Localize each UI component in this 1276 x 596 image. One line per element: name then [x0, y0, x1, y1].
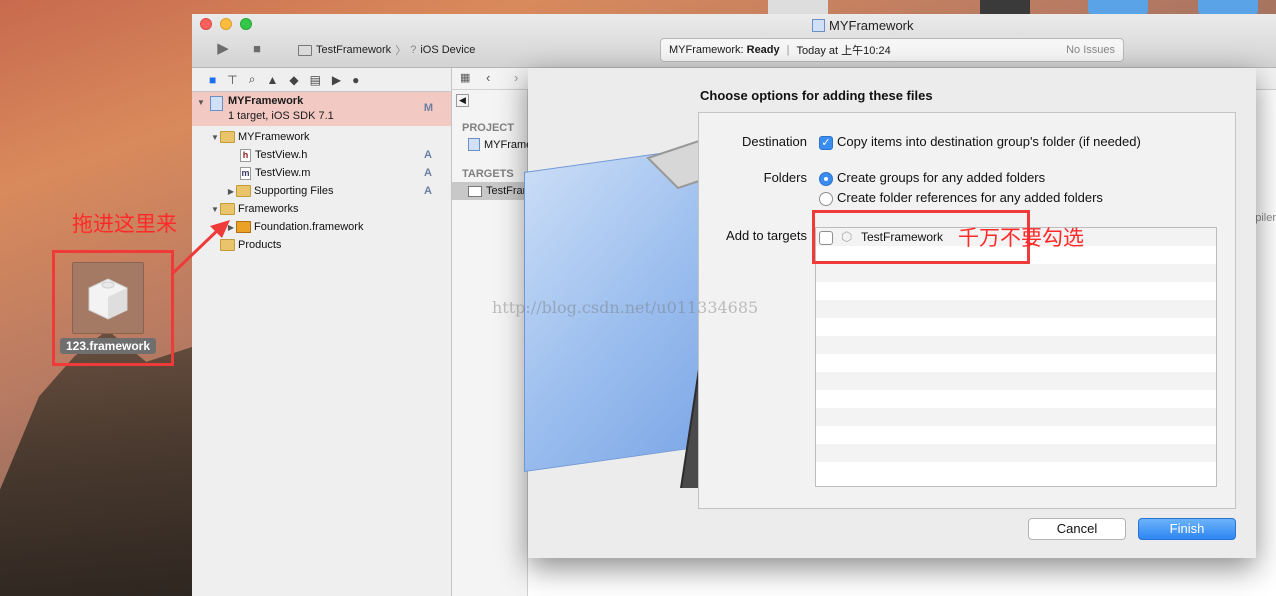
stop-button[interactable]: ■ [246, 39, 268, 57]
project-navigator: ■ ⊤ ⌕ ▲ ◆ ▤ ▶ ● ▼ MYFramework 1 target, … [192, 68, 452, 596]
header-file-icon: h [240, 148, 251, 162]
folder-icon [236, 185, 251, 197]
add-to-targets-label: Add to targets [726, 228, 807, 243]
project-root-row[interactable]: ▼ MYFramework 1 target, iOS SDK 7.1 M [192, 92, 451, 126]
activity-view: MYFramework: Ready | Today at 上午10:24 No… [660, 38, 1124, 62]
group-myframework[interactable]: ▼ MYFramework [210, 128, 450, 146]
navigator-tabs: ■ ⊤ ⌕ ▲ ◆ ▤ ▶ ● [192, 68, 451, 92]
chevron-right-icon: 〉 [395, 45, 407, 57]
back-arrow-icon[interactable]: ‹ [486, 70, 490, 85]
target-icon [468, 185, 482, 197]
warning-icon[interactable]: ▲ [266, 73, 278, 87]
finish-button[interactable]: Finish [1138, 518, 1236, 540]
desktop-folder-icon[interactable] [1088, 0, 1148, 14]
folder-icon [220, 131, 235, 143]
breakpoint-icon[interactable]: ▶ [332, 73, 341, 87]
window-title: MYFramework [812, 18, 914, 33]
xcode-project-icon [468, 138, 480, 151]
debug-icon[interactable]: ▤ [310, 73, 321, 87]
group-supporting-files[interactable]: ▶ Supporting Files A [226, 182, 450, 200]
close-button[interactable] [200, 18, 212, 30]
group-products[interactable]: Products [220, 236, 450, 254]
desktop-file-icon[interactable] [980, 0, 1030, 14]
copy-items-label[interactable]: Copy items into destination group's fold… [837, 134, 1141, 149]
options-panel: Destination ✓ Copy items into destinatio… [698, 112, 1236, 509]
disclosure-triangle-icon[interactable]: ▼ [210, 205, 220, 214]
group-frameworks[interactable]: ▼ Frameworks [210, 200, 450, 218]
settings-fragment: piler [1255, 212, 1276, 224]
file-testview-m[interactable]: m TestView.m A [240, 164, 450, 182]
annotation-drag-text: 拖进这里来 [72, 212, 177, 236]
targets-list [815, 227, 1217, 487]
scheme-selector[interactable]: TestFramework 〉 ? iOS Device [298, 42, 475, 58]
annotation-target-text: 千万不要勾选 [958, 226, 1084, 250]
annotation-box-framework [52, 250, 174, 366]
disclosure-triangle-icon[interactable]: ▶ [226, 187, 236, 196]
file-testview-h[interactable]: h TestView.h A [240, 146, 450, 164]
create-groups-radio[interactable] [819, 172, 833, 186]
folder-icon[interactable]: ■ [209, 73, 216, 87]
create-groups-label[interactable]: Create groups for any added folders [837, 170, 1045, 185]
destination-label: Destination [741, 134, 807, 149]
forward-arrow-icon[interactable]: › [514, 70, 518, 85]
desktop-folder-icon[interactable] [1198, 0, 1258, 14]
xcode-project-icon [210, 96, 223, 111]
toolbar: MYFramework ▶ ■ TestFramework 〉 ? iOS De… [192, 14, 1276, 68]
log-icon[interactable]: ● [352, 73, 359, 87]
file-foundation-framework[interactable]: ▶ Foundation.framework [226, 218, 450, 236]
run-button[interactable]: ▶ [212, 39, 234, 57]
disclosure-triangle-icon[interactable]: ▼ [196, 98, 206, 107]
framework-icon [236, 221, 251, 233]
test-icon[interactable]: ◆ [289, 73, 298, 87]
folder-icon [220, 203, 235, 215]
scheme-icon [298, 44, 312, 56]
related-items-icon[interactable]: ▦ [460, 71, 470, 84]
cancel-button[interactable]: Cancel [1028, 518, 1126, 540]
source-file-icon: m [240, 166, 251, 180]
search-icon[interactable]: ⌕ [249, 72, 256, 87]
project-target-list: ◀ PROJECT MYFramework TARGETS TestFramew… [452, 90, 528, 596]
target-item[interactable]: TestFramework [452, 182, 528, 200]
dialog-title: Choose options for adding these files [700, 88, 933, 103]
folder-references-label[interactable]: Create folder references for any added f… [837, 190, 1103, 205]
project-icon [812, 19, 825, 32]
collapse-icon[interactable]: ◀ [456, 94, 469, 107]
folders-label: Folders [763, 170, 807, 185]
device-icon: ? [410, 44, 417, 56]
minimize-button[interactable] [220, 18, 232, 30]
copy-items-checkbox[interactable]: ✓ [819, 136, 833, 150]
annotation-arrow [170, 220, 230, 276]
disclosure-triangle-icon[interactable]: ▼ [210, 133, 220, 142]
watermark: http://blog.csdn.net/u011334685 [492, 298, 759, 317]
zoom-button[interactable] [240, 18, 252, 30]
project-item[interactable]: MYFramework [468, 138, 528, 151]
folder-references-radio[interactable] [819, 192, 833, 206]
desktop-file-icon[interactable] [768, 0, 828, 14]
hierarchy-icon[interactable]: ⊤ [227, 73, 237, 87]
desktop-mountain [0, 330, 195, 596]
